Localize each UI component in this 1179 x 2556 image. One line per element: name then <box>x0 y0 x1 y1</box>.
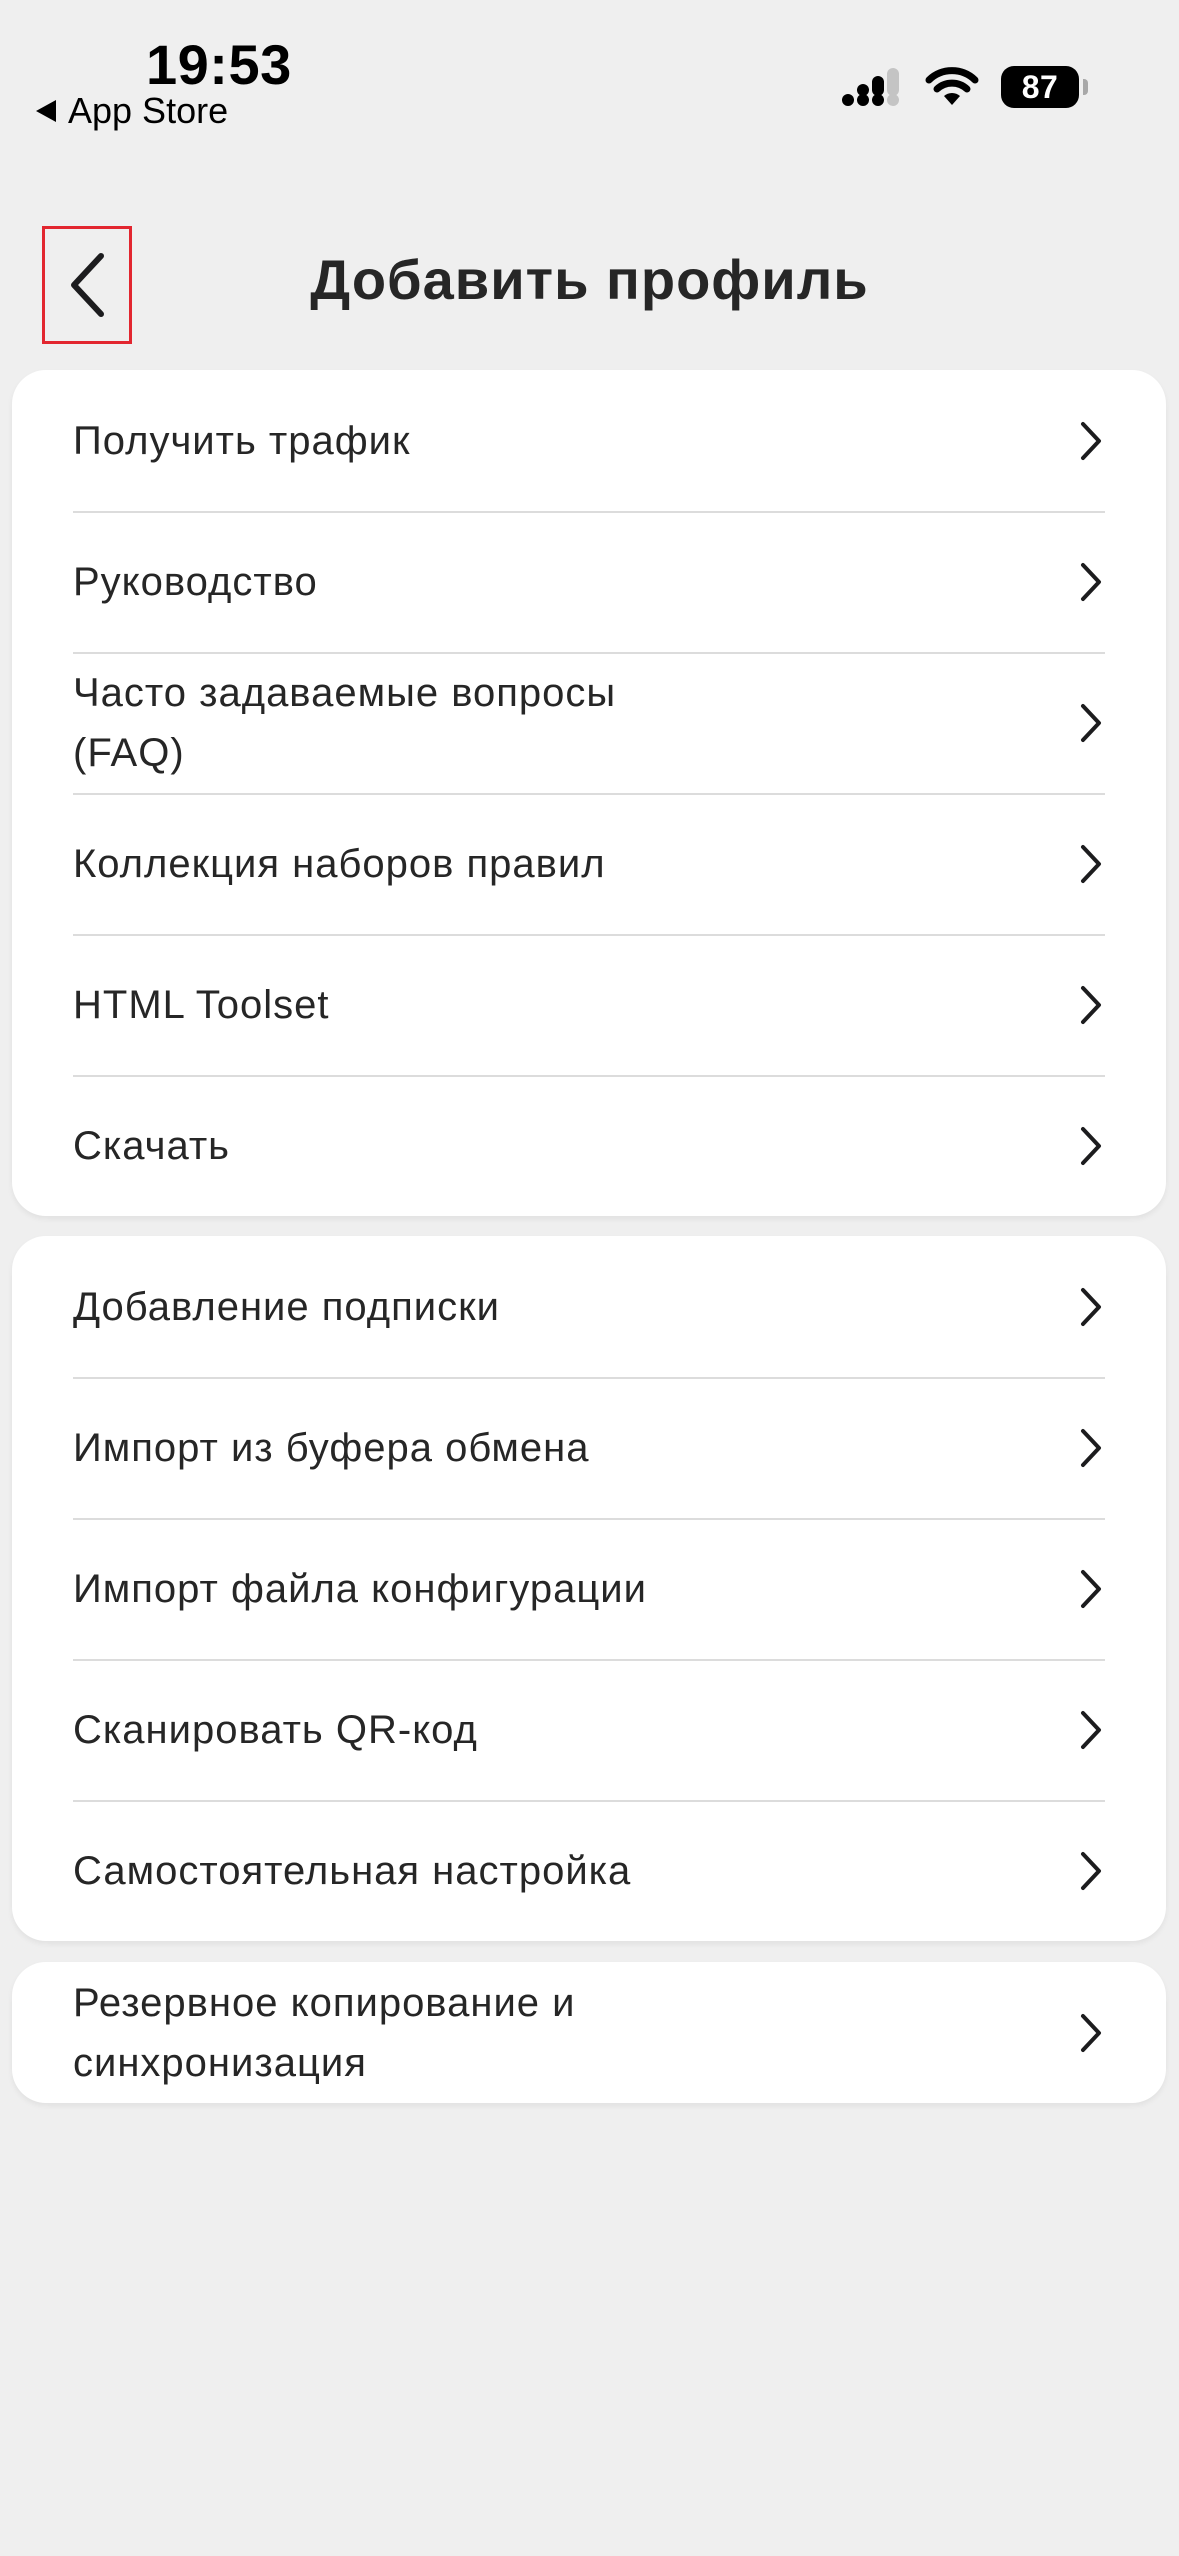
menu-item-label: Скачать <box>73 1123 230 1168</box>
menu-item-label: Добавление подписки <box>73 1284 500 1329</box>
menu-item-label: Самостоятельная настройка <box>73 1848 632 1893</box>
chevron-right-icon <box>1081 703 1101 742</box>
menu-group-import: Добавление подписки Импорт из буфера обм… <box>12 1236 1166 1941</box>
menu-group-backup: Резервное копирование и синхронизация <box>12 1962 1166 2103</box>
chevron-right-icon <box>1081 1428 1101 1467</box>
menu-item-get-traffic[interactable]: Получить трафик <box>12 370 1166 511</box>
back-to-app-store[interactable]: App Store <box>36 88 228 134</box>
chevron-right-icon <box>1081 985 1101 1024</box>
menu-item-faq[interactable]: Часто задаваемые вопросы (FAQ) <box>12 652 1166 793</box>
menu-item-label: Резервное копирование и синхронизация <box>73 1980 576 2085</box>
wifi-icon <box>925 67 979 105</box>
menu-item-scan-qr[interactable]: Сканировать QR-код <box>12 1659 1166 1800</box>
status-bar: 19:53 App Store 87 <box>0 0 1179 150</box>
chevron-right-icon <box>1081 844 1101 883</box>
menu-item-download[interactable]: Скачать <box>12 1075 1166 1216</box>
back-app-label: App Store <box>68 90 229 131</box>
menu-item-label: Сканировать QR-код <box>73 1707 478 1752</box>
menu-item-label: Часто задаваемые вопросы (FAQ) <box>73 670 617 775</box>
chevron-right-icon <box>1081 1569 1101 1608</box>
chevron-right-icon <box>1081 1287 1101 1326</box>
menu-item-label: Импорт из буфера обмена <box>73 1425 590 1470</box>
chevron-right-icon <box>1081 421 1101 460</box>
menu-item-label: Импорт файла конфигурации <box>73 1566 647 1611</box>
menu-item-import-clipboard[interactable]: Импорт из буфера обмена <box>12 1377 1166 1518</box>
menu-item-label: Коллекция наборов правил <box>73 841 606 886</box>
chevron-right-icon <box>1081 1710 1101 1749</box>
menu-item-ruleset-collection[interactable]: Коллекция наборов правил <box>12 793 1166 934</box>
menu-item-guide[interactable]: Руководство <box>12 511 1166 652</box>
menu-item-add-subscription[interactable]: Добавление подписки <box>12 1236 1166 1377</box>
page-title: Добавить профиль <box>310 248 869 311</box>
menu-item-backup-sync[interactable]: Резервное копирование и синхронизация <box>12 1962 1166 2103</box>
menu-item-label: Руководство <box>73 559 318 604</box>
menu-item-import-config-file[interactable]: Импорт файла конфигурации <box>12 1518 1166 1659</box>
chevron-right-icon <box>1081 562 1101 601</box>
battery-level: 87 <box>1021 68 1059 105</box>
menu-group-resources: Получить трафик Руководство Часто задава… <box>12 370 1166 1216</box>
menu-item-html-toolset[interactable]: HTML Toolset <box>12 934 1166 1075</box>
menu-item-label: Получить трафик <box>73 418 411 463</box>
chevron-right-icon <box>1081 1851 1101 1890</box>
back-triangle-icon <box>36 100 56 122</box>
status-icons: 87 <box>841 60 1088 114</box>
menu-item-manual-setup[interactable]: Самостоятельная настройка <box>12 1800 1166 1941</box>
chevron-right-icon <box>1081 2013 1101 2052</box>
cellular-signal-icon <box>842 68 899 106</box>
chevron-right-icon <box>1081 1126 1101 1165</box>
menu-item-label: HTML Toolset <box>73 982 330 1027</box>
battery-icon: 87 <box>1001 66 1088 108</box>
